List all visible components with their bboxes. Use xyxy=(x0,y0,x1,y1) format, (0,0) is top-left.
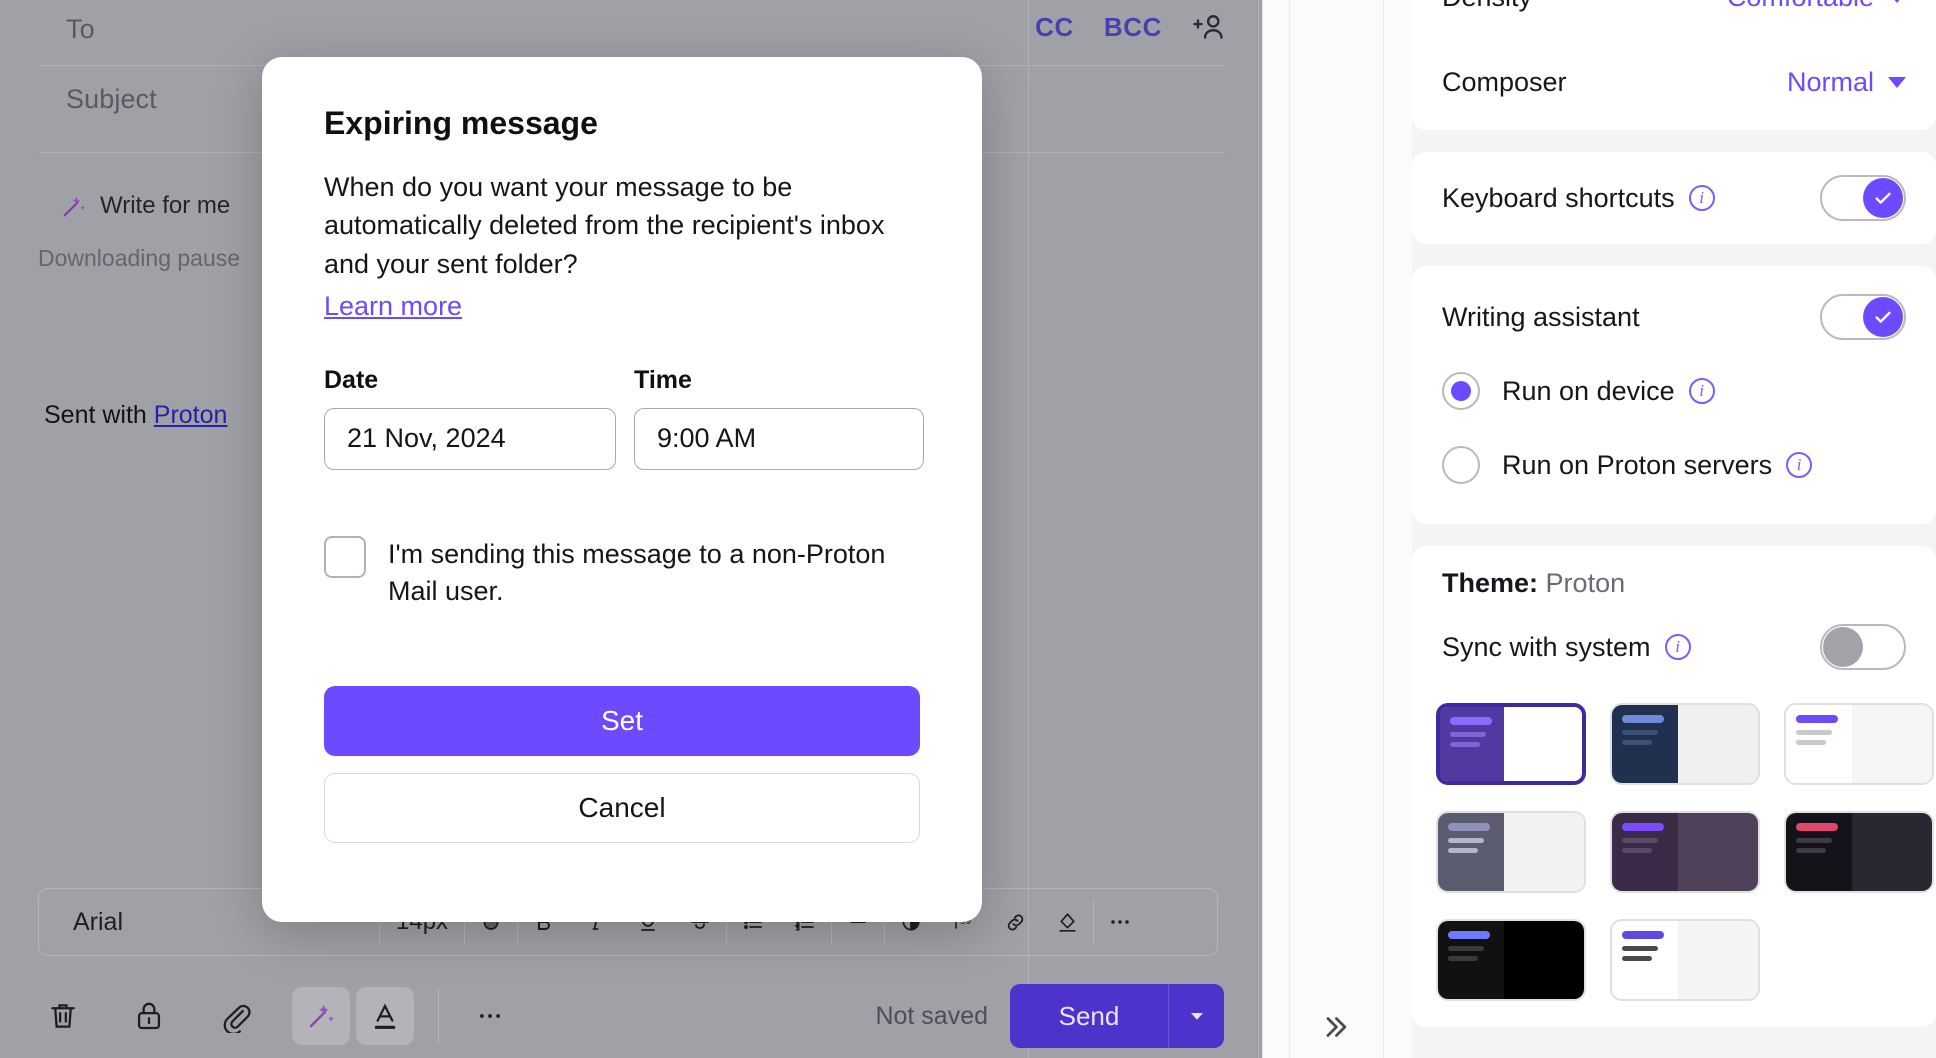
theme-card: Theme: Proton Sync with system i xyxy=(1412,546,1936,1027)
theme-swatch-carbon[interactable] xyxy=(1610,703,1760,785)
writing-assistant-card: Writing assistant Run on device i Run on… xyxy=(1412,266,1936,524)
info-icon[interactable]: i xyxy=(1688,185,1715,211)
sync-with-system-toggle[interactable] xyxy=(1820,624,1906,670)
time-input[interactable]: 9:00 AM xyxy=(634,407,924,470)
density-value[interactable]: Comfortable xyxy=(1727,0,1906,13)
theme-swatch-duotone[interactable] xyxy=(1610,919,1760,1001)
add-person-icon[interactable] xyxy=(1192,10,1226,44)
writing-assistant-label: Writing assistant xyxy=(1442,301,1640,332)
date-label: Date xyxy=(324,365,379,394)
theme-swatch-legacy[interactable] xyxy=(1436,919,1586,1001)
non-proton-user-row[interactable]: I'm sending this message to a non-Proton… xyxy=(324,535,920,611)
theme-title-label: Theme: xyxy=(1442,568,1539,598)
to-field-placeholder[interactable]: To xyxy=(66,14,95,45)
trash-icon[interactable] xyxy=(34,987,92,1045)
paperclip-icon[interactable] xyxy=(206,987,264,1045)
time-label: Time xyxy=(634,365,692,394)
time-field: Time 9:00 AM xyxy=(634,366,924,470)
info-icon[interactable]: i xyxy=(1688,378,1715,404)
theme-swatch-snow[interactable] xyxy=(1784,703,1934,785)
theme-swatch-proton[interactable] xyxy=(1436,703,1586,785)
signature-prefix: Sent with xyxy=(44,401,154,429)
theme-swatch-grid xyxy=(1412,679,1936,1001)
theme-title-value: Proton xyxy=(1545,568,1626,598)
theme-swatch-contrast[interactable] xyxy=(1784,811,1934,893)
more-options-icon[interactable] xyxy=(461,987,519,1045)
send-button[interactable]: Send xyxy=(1010,984,1168,1048)
composer-mode-value-text: Normal xyxy=(1786,66,1874,97)
radio-button[interactable] xyxy=(1442,372,1480,410)
radio-run-on-device-label: Run on device xyxy=(1502,375,1675,406)
keyboard-shortcuts-toggle[interactable] xyxy=(1820,175,1906,221)
link-icon[interactable] xyxy=(989,896,1041,948)
keyboard-shortcuts-label: Keyboard shortcuts xyxy=(1442,182,1675,213)
more-options-icon[interactable] xyxy=(1094,896,1146,948)
settings-panel: Density Comfortable Composer Normal Keyb… xyxy=(1412,0,1936,1058)
chevron-double-right-icon[interactable] xyxy=(1309,1003,1361,1051)
save-status: Not saved xyxy=(875,1001,988,1030)
keyboard-shortcuts-card: Keyboard shortcuts i xyxy=(1412,152,1936,244)
dialog-title: Expiring message xyxy=(324,105,598,141)
toggle-knob xyxy=(1823,627,1863,667)
composer-mode-label: Composer xyxy=(1442,66,1567,97)
sync-with-system-label: Sync with system xyxy=(1442,631,1651,662)
write-for-me-label: Write for me xyxy=(100,192,231,219)
cancel-button[interactable]: Cancel xyxy=(324,773,920,844)
app-root: To Subject CC BCC Write for me Downloadi… xyxy=(0,0,1936,1058)
send-button-group: Send xyxy=(1010,984,1224,1048)
dialog-description: When do you want your message to be auto… xyxy=(324,172,885,279)
info-icon[interactable]: i xyxy=(1786,452,1813,478)
theme-swatch-classic[interactable] xyxy=(1436,811,1586,893)
composer-mode-value[interactable]: Normal xyxy=(1787,67,1906,98)
clear-formatting-icon[interactable] xyxy=(1041,896,1093,948)
radio-run-on-proton-servers[interactable]: Run on Proton servers i xyxy=(1412,428,1936,502)
theme-title: Theme: Proton xyxy=(1412,568,1936,599)
display-settings-card: Density Comfortable Composer Normal xyxy=(1412,0,1936,130)
toggle-knob xyxy=(1863,297,1903,337)
info-icon[interactable]: i xyxy=(1664,634,1691,660)
radio-run-on-proton-servers-label: Run on Proton servers xyxy=(1502,449,1773,480)
cc-button[interactable]: CC xyxy=(1035,12,1074,43)
density-label: Density xyxy=(1442,0,1532,13)
writing-assistant-toggle[interactable] xyxy=(1820,294,1906,340)
density-value-text: Comfortable xyxy=(1727,0,1874,13)
date-time-row: Date 21 Nov, 2024 Time 9:00 AM xyxy=(324,366,924,470)
text-format-icon[interactable] xyxy=(356,987,414,1045)
keyboard-shortcuts-row: Keyboard shortcuts i xyxy=(1412,152,1936,244)
bcc-button[interactable]: BCC xyxy=(1104,12,1162,43)
sync-with-system-row: Sync with system i xyxy=(1412,615,1936,679)
chevron-down-icon xyxy=(1888,0,1906,3)
writing-assistant-row: Writing assistant xyxy=(1412,280,1936,354)
density-row[interactable]: Density Comfortable xyxy=(1412,0,1936,34)
magic-wand-icon xyxy=(60,192,88,220)
composer-action-bar: Not saved Send xyxy=(34,978,1224,1054)
cc-bcc-group: CC BCC xyxy=(1035,10,1226,44)
lock-icon[interactable] xyxy=(120,987,178,1045)
set-button[interactable]: Set xyxy=(324,686,920,757)
background-column-divider xyxy=(1258,0,1259,1058)
date-input[interactable]: 21 Nov, 2024 xyxy=(324,407,616,470)
non-proton-user-label: I'm sending this message to a non-Proton… xyxy=(388,538,886,607)
chevron-down-icon[interactable] xyxy=(1168,984,1224,1048)
non-proton-user-checkbox[interactable] xyxy=(324,535,366,578)
writing-assistant-icon[interactable] xyxy=(292,987,350,1045)
theme-swatch-monokai[interactable] xyxy=(1610,811,1760,893)
gutter-line xyxy=(1383,0,1384,1058)
radio-run-on-device[interactable]: Run on device i xyxy=(1412,354,1936,428)
action-bar-divider xyxy=(438,988,439,1044)
panel-gutter xyxy=(1262,0,1412,1058)
radio-button[interactable] xyxy=(1442,446,1480,484)
date-field: Date 21 Nov, 2024 xyxy=(324,366,616,470)
email-signature: Sent with Proton xyxy=(44,401,227,430)
subject-field-placeholder[interactable]: Subject xyxy=(66,84,157,115)
composer-mode-row[interactable]: Composer Normal xyxy=(1412,34,1936,130)
expiring-message-dialog: Expiring message When do you want your m… xyxy=(262,57,982,922)
learn-more-link[interactable]: Learn more xyxy=(324,291,462,322)
chevron-down-icon xyxy=(1888,76,1906,88)
toggle-knob xyxy=(1863,178,1903,218)
write-for-me-button[interactable]: Write for me xyxy=(60,192,230,220)
gutter-line xyxy=(1289,0,1290,1058)
proton-mail-link[interactable]: Proton xyxy=(154,401,228,429)
downloading-status: Downloading pause xyxy=(38,245,241,271)
